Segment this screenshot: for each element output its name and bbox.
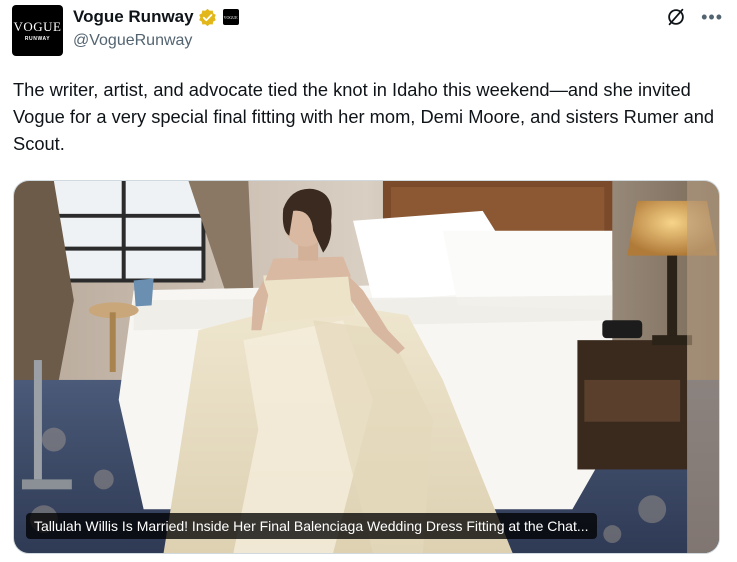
author-display-name[interactable]: Vogue Runway [73,7,194,27]
wedding-photo [14,181,719,553]
more-icon[interactable]: ••• [701,8,723,26]
author-handle[interactable]: @VogueRunway [73,32,192,50]
avatar[interactable]: VOGUE RUNWAY [12,5,63,56]
tweet-actions-top: ••• [665,6,723,28]
grok-icon[interactable] [665,6,687,28]
author-name-row: Vogue Runway VOGUE [73,6,239,28]
link-card-caption: Tallulah Willis Is Married! Inside Her F… [26,513,597,539]
affiliate-badge[interactable]: VOGUE [222,9,239,25]
link-card[interactable]: Tallulah Willis Is Married! Inside Her F… [13,180,720,554]
avatar-logo-text: VOGUE [13,18,62,34]
tweet-text: The writer, artist, and advocate tied th… [13,79,715,154]
affiliate-badge-text: VOGUE [223,14,238,20]
verified-badge-icon[interactable] [198,8,217,27]
avatar-logo-subtext: RUNWAY [24,35,51,42]
